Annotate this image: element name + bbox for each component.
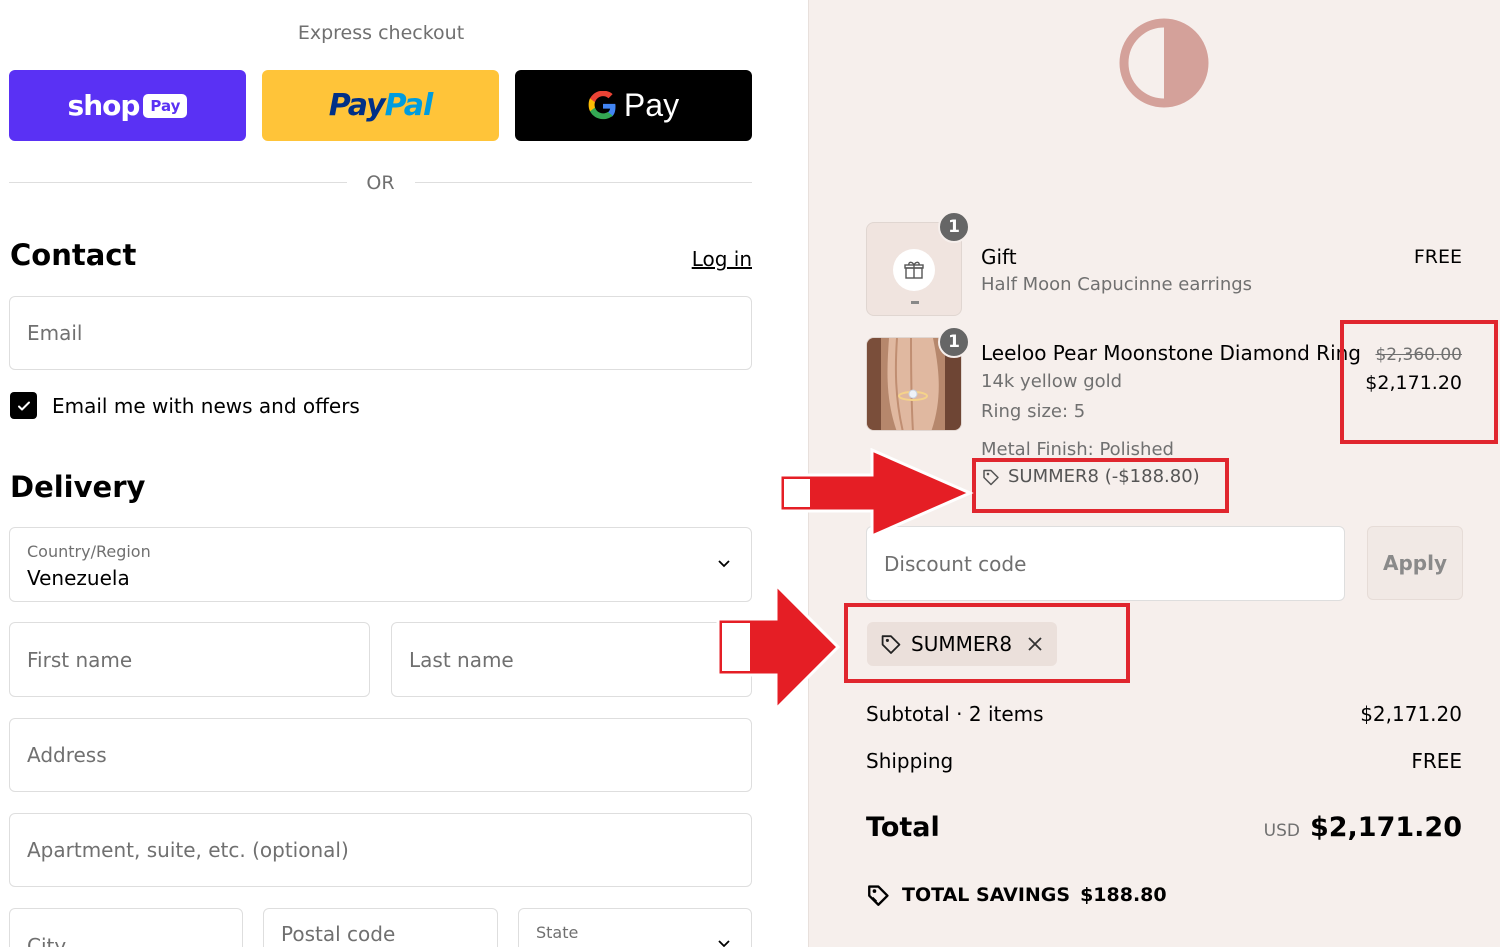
- paypal-logo-part1: Pay: [328, 88, 386, 123]
- gift-caption-mark: [911, 301, 919, 304]
- item-variant-size: Ring size: 5: [981, 401, 1086, 422]
- city-placeholder: City: [27, 934, 67, 947]
- last-name-placeholder: Last name: [409, 647, 514, 672]
- total-currency: USD: [1263, 821, 1300, 841]
- country-value: Venezuela: [27, 566, 130, 590]
- shop-pay-button[interactable]: shop Pay: [9, 70, 246, 141]
- shipping-value: FREE: [1411, 749, 1462, 773]
- newsletter-checkbox[interactable]: [10, 392, 37, 419]
- item-variant-metal: 14k yellow gold: [981, 371, 1123, 392]
- item-variant-finish: Metal Finish: Polished: [981, 439, 1174, 460]
- google-pay-word: Pay: [623, 87, 680, 123]
- state-label: State: [536, 923, 579, 942]
- annotation-box-applied-code: [844, 603, 1130, 683]
- paypal-logo: PayPal: [328, 88, 434, 123]
- shop-pay-word: shop: [67, 89, 141, 122]
- apply-button[interactable]: Apply: [1367, 526, 1463, 600]
- quantity-badge: 1: [938, 211, 970, 243]
- google-pay-button[interactable]: Pay: [515, 70, 752, 141]
- subtotal-label: Subtotal · 2 items: [866, 702, 1044, 726]
- annotation-arrow-1: [778, 448, 974, 538]
- newsletter-label: Email me with news and offers: [52, 394, 360, 418]
- total-value-group: USD $2,171.20: [1264, 812, 1462, 843]
- paypal-logo-part2: Pal: [384, 88, 434, 123]
- email-placeholder: Email: [27, 321, 83, 345]
- first-name-field[interactable]: First name: [9, 622, 370, 697]
- express-checkout-title: Express checkout: [297, 22, 465, 44]
- quantity-badge: 1: [938, 326, 970, 358]
- email-field[interactable]: Email: [9, 296, 752, 370]
- item-title-gift: Gift: [981, 245, 1017, 269]
- checkmark-icon: [17, 401, 30, 410]
- total-amount: $2,171.20: [1309, 812, 1462, 843]
- tag-icon: [868, 885, 889, 906]
- country-label: Country/Region: [27, 542, 151, 561]
- item-title-ring: Leeloo Pear Moonstone Diamond Ring: [981, 341, 1361, 365]
- or-text: OR: [366, 172, 395, 194]
- chevron-down-icon: [718, 559, 730, 567]
- country-select[interactable]: Country/Region Venezuela: [9, 527, 752, 602]
- or-divider: OR: [9, 172, 752, 194]
- total-savings: TOTAL SAVINGS $188.80: [866, 882, 1167, 908]
- postal-code-field[interactable]: Postal code (optional): [263, 908, 498, 947]
- first-name-placeholder: First name: [27, 647, 133, 672]
- last-name-field[interactable]: Last name: [391, 622, 752, 697]
- shipping-label: Shipping: [866, 749, 954, 773]
- item-variant: Half Moon Capucinne earrings: [981, 274, 1253, 295]
- item-price-gift: FREE: [1413, 246, 1462, 268]
- savings-amount: $188.80: [1080, 884, 1167, 906]
- shop-pay-pill: Pay: [143, 93, 188, 118]
- gift-icon: [904, 261, 924, 279]
- paypal-button[interactable]: PayPal: [262, 70, 499, 141]
- checkout-form-pane: Express checkout shop Pay PayPal Pay OR …: [0, 0, 808, 947]
- city-field[interactable]: City: [9, 908, 243, 947]
- brand-logo: [1119, 18, 1209, 108]
- google-g-icon: [588, 90, 616, 119]
- chevron-down-icon: [718, 940, 730, 947]
- discount-code-placeholder: Discount code: [884, 551, 1027, 576]
- apartment-field[interactable]: Apartment, suite, etc. (optional): [9, 813, 752, 887]
- delivery-heading: Delivery: [10, 470, 146, 504]
- subtotal-value: $2,171.20: [1360, 702, 1462, 726]
- postal-code-placeholder: Postal code (optional): [281, 922, 396, 947]
- annotation-box-item-discount: [972, 458, 1229, 513]
- address-field[interactable]: Address: [9, 718, 752, 792]
- contact-heading: Contact: [10, 238, 137, 272]
- savings-label: TOTAL SAVINGS: [902, 884, 1071, 906]
- annotation-arrow-2: [716, 583, 841, 711]
- total-label: Total: [866, 812, 940, 843]
- login-link[interactable]: Log in: [692, 247, 752, 271]
- annotation-box-price: [1340, 320, 1498, 444]
- apartment-placeholder: Apartment, suite, etc. (optional): [27, 838, 349, 862]
- address-placeholder: Address: [27, 743, 107, 767]
- gift-icon-wrap: [893, 249, 935, 291]
- state-select[interactable]: State: [518, 908, 752, 947]
